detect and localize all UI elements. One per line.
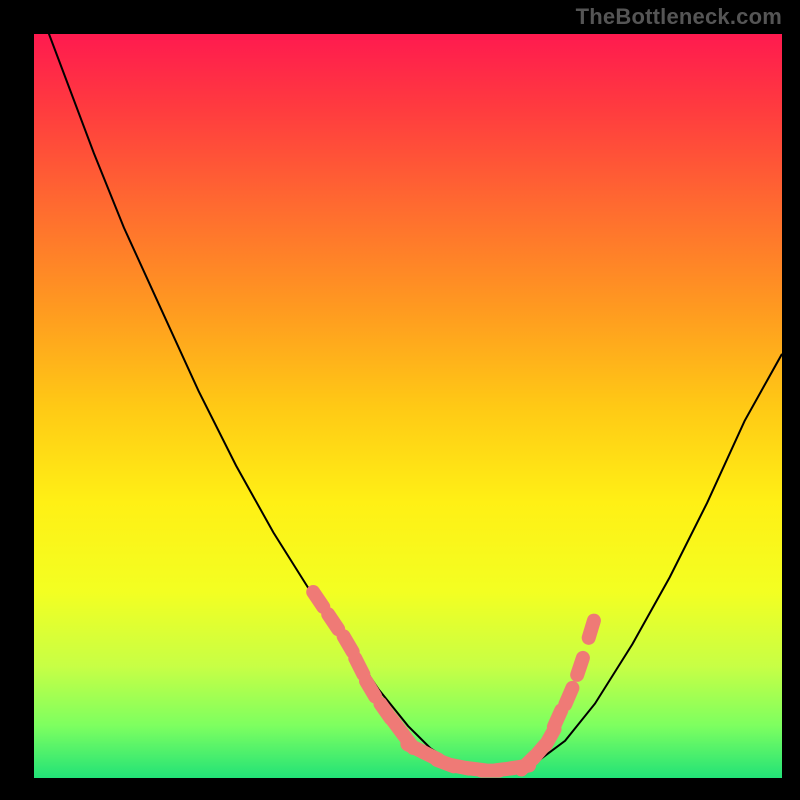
plot-area [34,34,782,778]
chart-frame: TheBottleneck.com [0,0,800,800]
curve-marker [521,757,534,770]
attribution-label: TheBottleneck.com [576,4,782,30]
curve-marker [554,710,561,726]
curve-marker [589,621,594,638]
curve-marker [466,768,484,770]
curve-marker [328,614,338,629]
curve-marker [577,658,583,675]
curve-marker [565,688,572,705]
curve-marker [496,768,514,770]
marker-group [313,592,594,771]
curve-marker [344,636,353,652]
curve-marker [533,745,545,759]
curve-marker [313,592,323,607]
chart-overlay [34,34,782,778]
curve-marker [366,681,375,697]
curve-marker [380,704,390,719]
curve-marker [422,752,438,760]
bottleneck-curve [34,34,782,771]
curve-marker [437,760,454,766]
curve-marker [403,734,414,748]
curve-marker [407,744,423,752]
curve-marker [391,719,402,733]
curve-marker [511,766,529,769]
curve-marker [546,729,555,745]
curve-marker [452,765,470,769]
curve-marker [355,658,363,674]
